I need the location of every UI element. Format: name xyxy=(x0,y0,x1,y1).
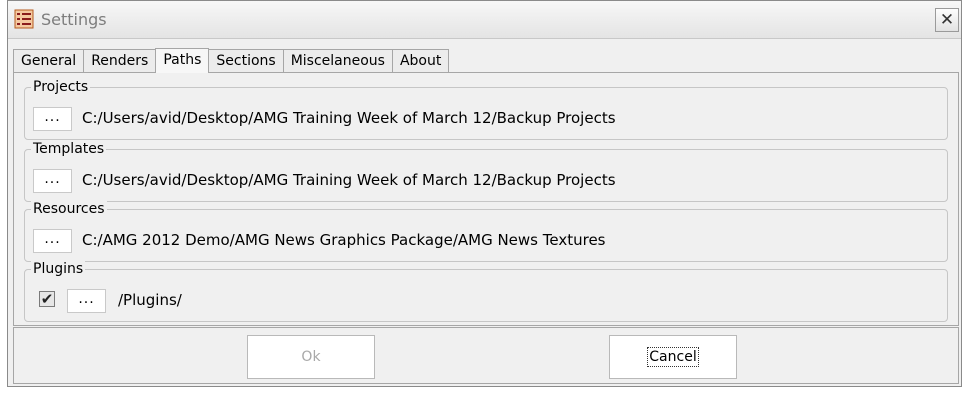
checkmark-icon: ✔ xyxy=(40,290,54,308)
tab-paths[interactable]: Paths xyxy=(155,48,210,73)
dialog-footer: Ok Cancel xyxy=(13,327,959,384)
projects-group: Projects ... C:/Users/avid/Desktop/AMG T… xyxy=(24,78,948,140)
plugins-legend: Plugins xyxy=(31,260,86,278)
tab-renders[interactable]: Renders xyxy=(83,49,157,73)
resources-browse-button[interactable]: ... xyxy=(33,229,72,253)
tab-miscelaneous[interactable]: Miscelaneous xyxy=(282,49,393,73)
templates-legend: Templates xyxy=(31,140,107,158)
window-title: Settings xyxy=(41,10,107,29)
projects-browse-button[interactable]: ... xyxy=(33,107,72,131)
tab-bar: General Renders Paths Sections Miscelane… xyxy=(13,48,450,73)
templates-browse-button[interactable]: ... xyxy=(33,169,72,193)
settings-list-icon xyxy=(14,9,34,29)
plugins-browse-button[interactable]: ... xyxy=(67,289,106,313)
resources-path: C:/AMG 2012 Demo/AMG News Graphics Packa… xyxy=(82,231,606,249)
resources-group: Resources ... C:/AMG 2012 Demo/AMG News … xyxy=(24,200,948,262)
tab-general[interactable]: General xyxy=(13,49,85,73)
settings-window: Settings ✕ General Renders Paths Section… xyxy=(7,0,962,387)
resources-legend: Resources xyxy=(31,200,107,218)
tab-about[interactable]: About xyxy=(391,49,450,73)
title-bar: Settings ✕ xyxy=(8,1,961,39)
close-button[interactable]: ✕ xyxy=(935,8,959,32)
ok-button[interactable]: Ok xyxy=(247,335,375,379)
cancel-button[interactable]: Cancel xyxy=(609,335,737,379)
templates-group: Templates ... C:/Users/avid/Desktop/AMG … xyxy=(24,140,948,202)
tab-sections[interactable]: Sections xyxy=(208,49,284,73)
projects-path: C:/Users/avid/Desktop/AMG Training Week … xyxy=(82,109,616,127)
close-icon: ✕ xyxy=(939,10,955,30)
plugins-enabled-checkbox[interactable]: ✔ xyxy=(39,291,55,307)
projects-legend: Projects xyxy=(31,78,91,96)
plugins-path: /Plugins/ xyxy=(118,291,182,309)
plugins-group: Plugins ✔ ... /Plugins/ xyxy=(24,260,948,322)
cancel-label: Cancel xyxy=(647,347,699,367)
templates-path: C:/Users/avid/Desktop/AMG Training Week … xyxy=(82,171,616,189)
paths-panel: Projects ... C:/Users/avid/Desktop/AMG T… xyxy=(13,72,959,326)
